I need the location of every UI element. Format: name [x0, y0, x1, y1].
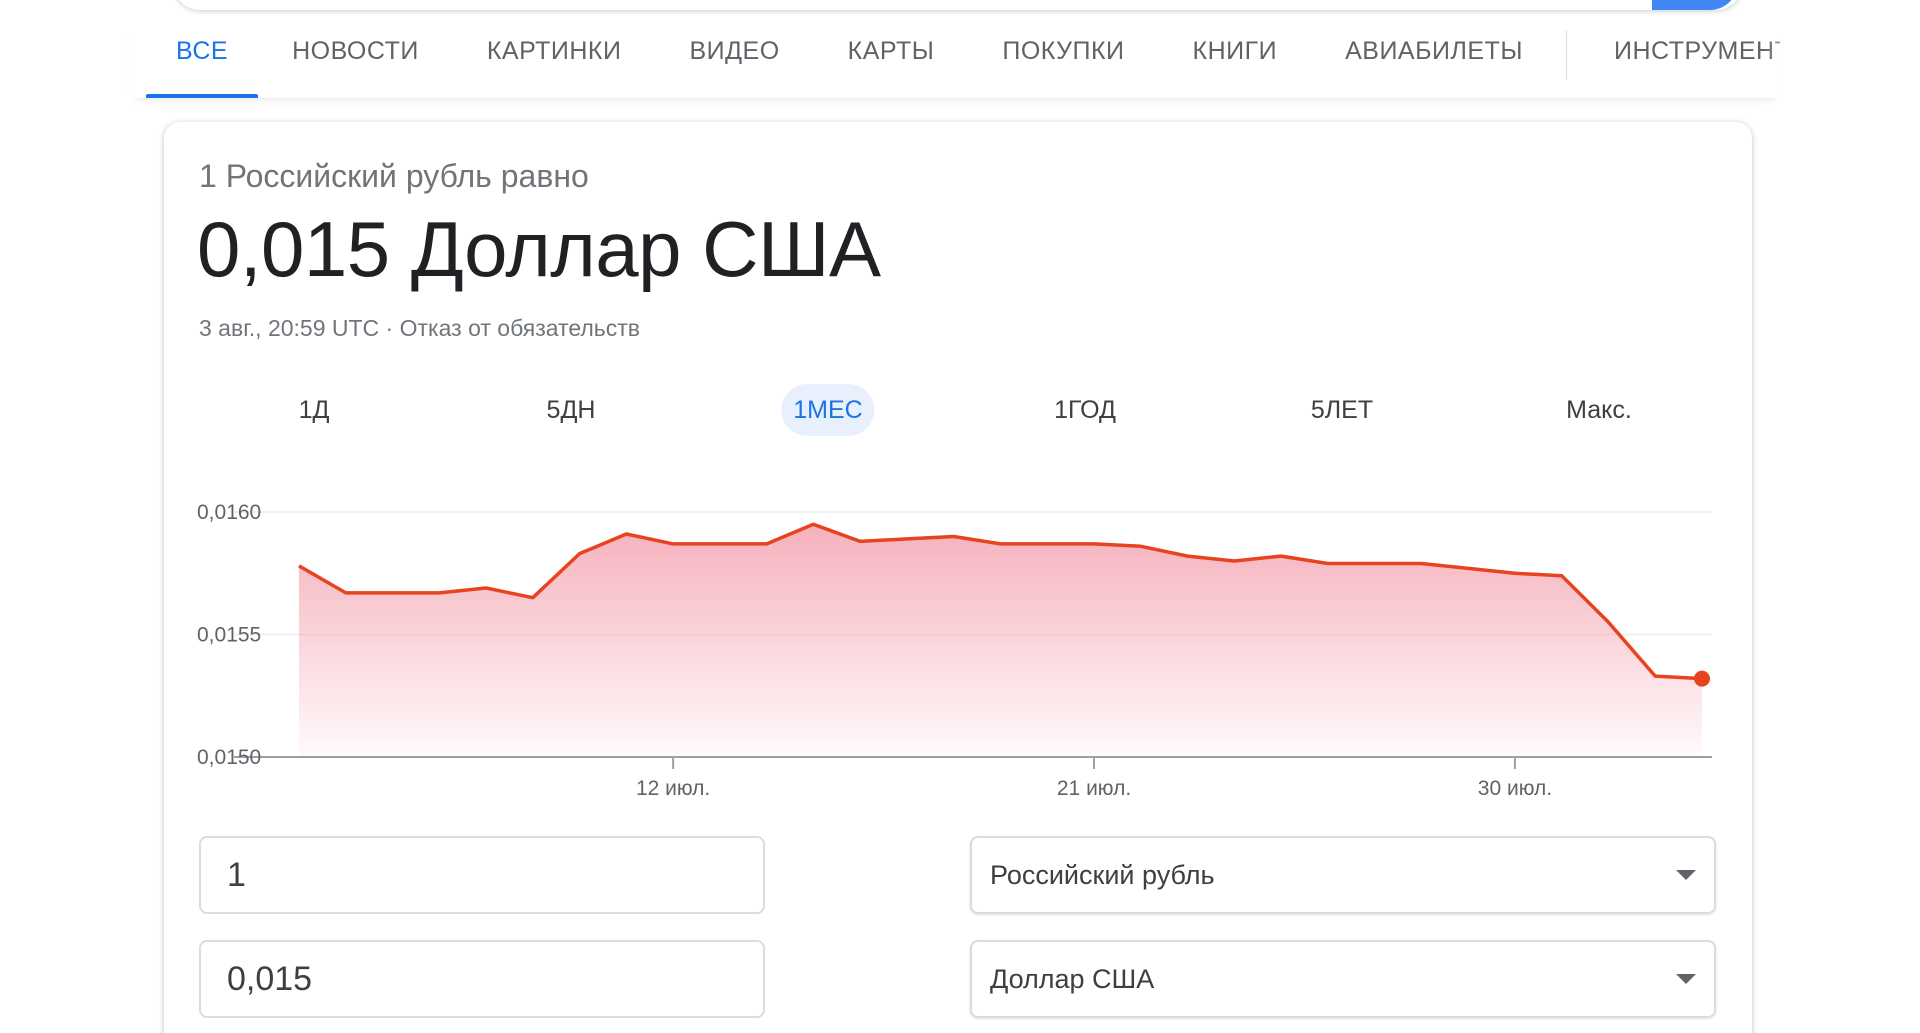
tab-label: АВИАБИЛЕТЫ	[1345, 36, 1523, 65]
conversion-subtitle: 1 Российский рубль равно	[199, 158, 589, 194]
tab-7[interactable]: АВИАБИЛЕТЫ	[1311, 22, 1557, 98]
series-area	[299, 524, 1702, 757]
tab-tools-label: ИНСТРУМЕНТЫ	[1614, 36, 1780, 65]
tab-1[interactable]: НОВОСТИ	[258, 22, 453, 98]
to-amount-field[interactable]	[199, 940, 765, 1018]
x-tick-label: 12 июл.	[636, 777, 710, 800]
tab-label: ВСЕ	[176, 36, 229, 65]
tab-label: КНИГИ	[1192, 36, 1278, 65]
conversion-timestamp: 3 авг., 20:59 UTC	[199, 315, 380, 341]
chart-svg: 0,0150 0,0155 0,0160 12 июл. 21 июл. 30 июл.	[197, 501, 1712, 800]
currency-converter-card: 1 Российский рубль равно 0,015 Доллар СШ…	[164, 122, 1752, 1033]
meta-separator: ·	[379, 315, 400, 341]
to-amount-input[interactable]	[201, 942, 763, 1016]
chevron-down-icon	[1676, 870, 1696, 880]
range-1[interactable]: 5ДН	[535, 384, 608, 436]
from-amount-input[interactable]	[201, 838, 763, 912]
tab-3[interactable]: ВИДЕО	[655, 22, 813, 98]
x-tick-label: 30 июл.	[1478, 777, 1552, 800]
conversion-result: 0,015 Доллар США	[197, 205, 881, 293]
tab-label: КАРТИНКИ	[486, 36, 622, 65]
from-amount-field[interactable]	[199, 836, 765, 914]
tab-5[interactable]: ПОКУПКИ	[968, 22, 1158, 98]
range-2[interactable]: 1МЕС	[781, 384, 875, 436]
conversion-meta: 3 авг., 20:59 UTC · Отказ от обязательст…	[199, 315, 640, 342]
range-0[interactable]: 1Д	[287, 384, 342, 436]
to-currency-select[interactable]: Доллар США	[970, 940, 1716, 1018]
y-tick-label: 0,0150	[197, 746, 261, 769]
y-tick-label: 0,0155	[197, 624, 261, 647]
tab-label: ПОКУПКИ	[1002, 36, 1125, 65]
tab-label: НОВОСТИ	[292, 36, 419, 65]
to-currency-value: Доллар США	[990, 964, 1155, 994]
tabs-list: ВСЕ НОВОСТИ КАРТИНКИ ВИДЕО КАРТЫ ПОКУПКИ КНИГИ…	[146, 22, 1557, 98]
time-range-selector: 1Д 5ДН 1МЕС 1ГОД 5ЛЕТ Макс.	[164, 384, 1752, 444]
from-currency-value: Российский рубль	[990, 860, 1215, 890]
search-results-page: ВСЕ НОВОСТИ КАРТИНКИ ВИДЕО КАРТЫ ПОКУПКИ КНИГИ…	[0, 0, 1920, 1033]
disclaimer-link[interactable]: Отказ от обязательств	[400, 315, 640, 341]
range-4[interactable]: 5ЛЕТ	[1299, 384, 1385, 436]
y-tick-label: 0,0160	[197, 501, 261, 524]
x-tick-label: 21 июл.	[1057, 777, 1131, 800]
chevron-down-icon	[1676, 974, 1696, 984]
tab-0[interactable]: ВСЕ	[146, 22, 259, 98]
tab-4[interactable]: КАРТЫ	[814, 22, 969, 98]
from-currency-select[interactable]: Российский рубль	[970, 836, 1716, 914]
tab-2[interactable]: КАРТИНКИ	[453, 22, 656, 98]
current-value-dot	[1694, 670, 1710, 687]
range-5[interactable]: Макс.	[1554, 384, 1644, 436]
search-tabs: ВСЕ НОВОСТИ КАРТИНКИ ВИДЕО КАРТЫ ПОКУПКИ КНИГИ…	[130, 22, 1780, 98]
range-3[interactable]: 1ГОД	[1042, 384, 1128, 436]
tabs-divider	[1566, 30, 1567, 80]
tab-label: КАРТЫ	[847, 36, 935, 65]
exchange-rate-chart: 0,0150 0,0155 0,0160 12 июл. 21 июл. 30 июл.	[164, 482, 1752, 802]
tab-label: ВИДЕО	[689, 36, 780, 65]
tab-6[interactable]: КНИГИ	[1159, 22, 1312, 98]
search-box[interactable]	[172, 0, 1744, 11]
tab-tools[interactable]: ИНСТРУМЕНТЫ	[1614, 22, 1780, 98]
